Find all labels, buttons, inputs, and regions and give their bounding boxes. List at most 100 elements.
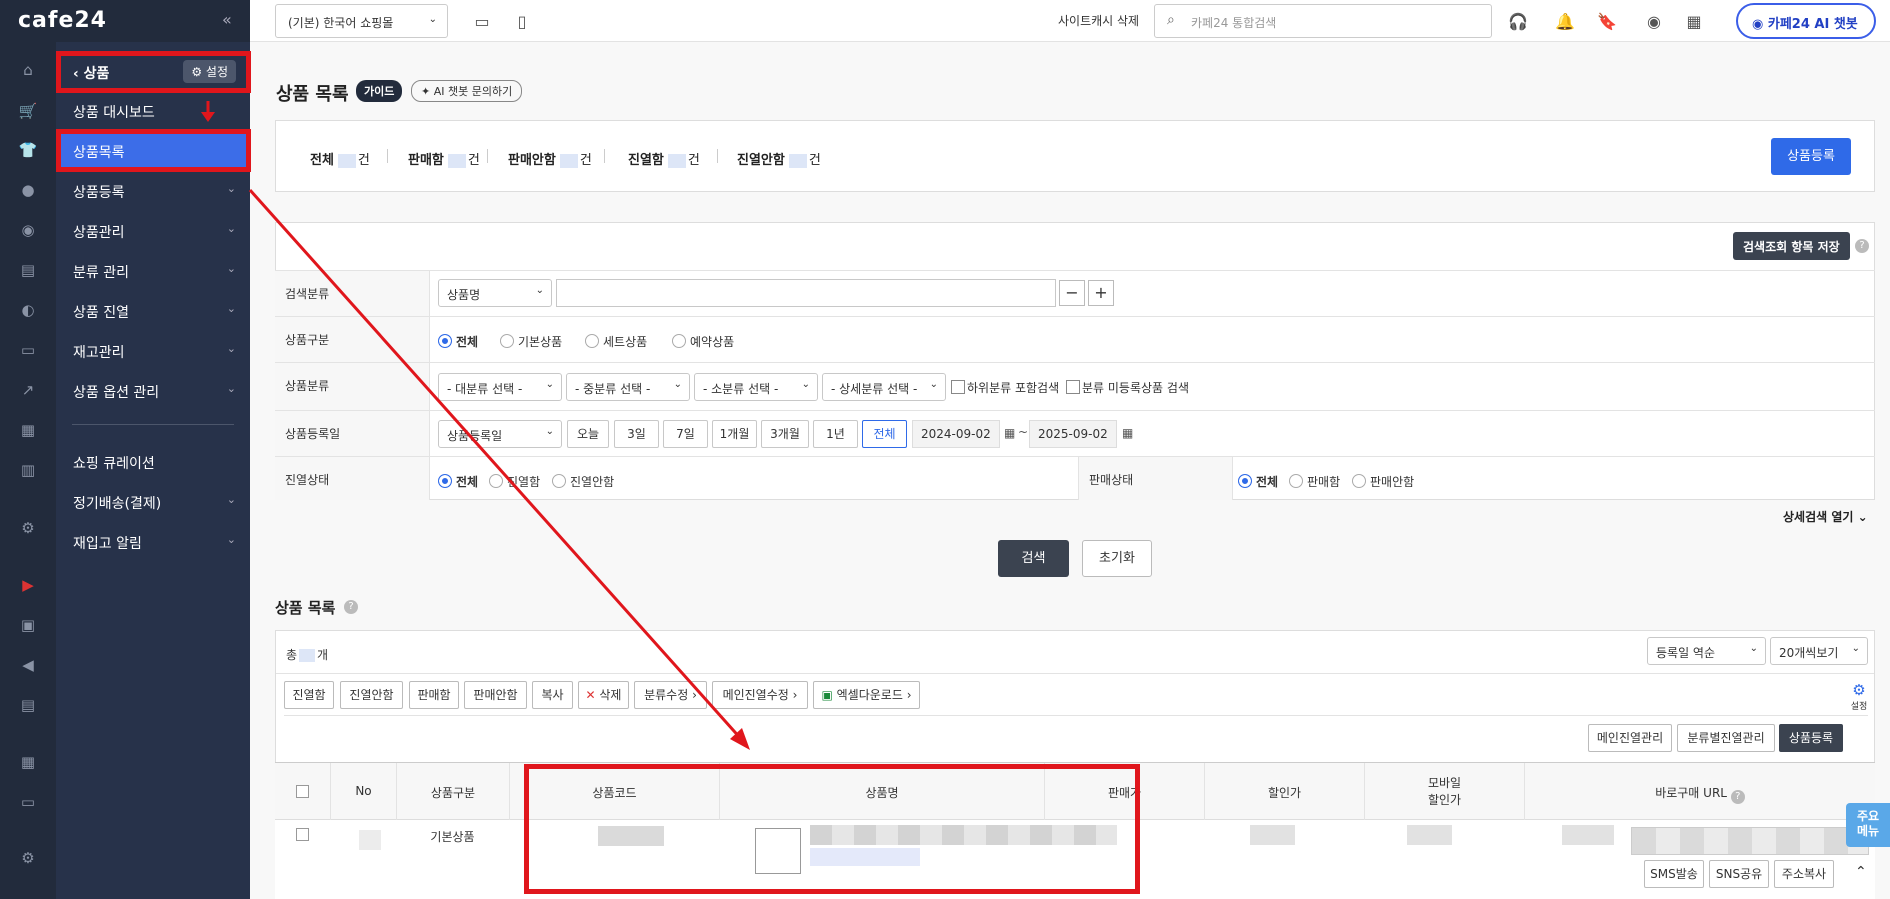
period-1m-button[interactable]: 1개월 [712,420,757,448]
shop-select[interactable]: (기본) 한국어 쇼핑몰 ⌄ [275,4,448,38]
sidebar-item-restock[interactable]: 재입고 알림 ⌄ [56,522,250,560]
page-size-select[interactable]: 20개씩보기 ⌄ [1770,637,1868,665]
headset-icon[interactable]: 🎧 [1508,12,1528,32]
help-icon[interactable]: ? [1855,239,1869,253]
sidebar-item-dashboard[interactable]: 상품 대시보드 [56,91,250,129]
shirt-icon[interactable]: 👕 [18,140,38,160]
calendar-icon[interactable]: ▦ [18,420,38,440]
action-edit-main-display-button[interactable]: 메인진열수정 › [712,681,808,709]
gear-icon[interactable]: ⚙ [18,848,38,868]
buy-url-input[interactable] [1631,827,1869,855]
account-icon[interactable]: ◉ [1644,12,1664,32]
bell-icon[interactable]: 🔔 [1555,12,1575,32]
settings-button[interactable]: ⚙ 설정 [183,60,236,83]
product-thumbnail[interactable] [755,828,801,874]
summary-displayed[interactable]: 진열함 건 [628,149,700,168]
sidebar-item-product-manage[interactable]: 상품관리 ⌄ [56,211,250,249]
cafe24-logo[interactable]: cafe24 [0,0,250,42]
main-display-manage-button[interactable]: 메인진열관리 [1588,724,1672,752]
action-copy-button[interactable]: 복사 [532,681,573,709]
display-on-radio[interactable]: 진열함 [489,473,540,490]
mid-class-select[interactable]: - 중분류 선택 - ⌄ [566,373,690,401]
type-basic-radio[interactable]: 기본상품 [500,333,562,350]
type-set-radio[interactable]: 세트상품 [585,333,647,350]
board-icon[interactable]: ▤ [18,260,38,280]
guide-button[interactable]: 가이드 [356,80,403,102]
chart-icon[interactable]: ↗ [18,380,38,400]
mobile-icon[interactable]: ▯ [512,12,532,32]
global-search-input[interactable]: ⌕ 카페24 통합검색 [1154,4,1492,38]
cache-delete-link[interactable]: 사이트캐시 삭제 [1058,12,1139,29]
date-type-select[interactable]: 상품등록일 ⌄ [438,420,562,448]
search-button[interactable]: 검색 [998,540,1069,577]
action-sell-button[interactable]: 판매함 [409,681,459,709]
add-row-button[interactable]: + [1088,280,1114,306]
user-icon[interactable]: ● [18,180,38,200]
summary-not-on-sale[interactable]: 판매안함 건 [508,149,592,168]
save-search-items-button[interactable]: 검색조회 항목 저장 [1733,232,1850,260]
megaphone-icon[interactable]: ◀ [18,655,38,675]
sort-select[interactable]: 등록일 역순 ⌄ [1647,637,1766,665]
period-1y-button[interactable]: 1년 [813,420,858,448]
sale-on-radio[interactable]: 판매함 [1289,473,1340,490]
store-icon[interactable]: ▤ [18,695,38,715]
row-checkbox[interactable] [296,828,309,841]
register-product-button[interactable]: 상품등록 [1771,138,1851,175]
sidebar-item-option-manage[interactable]: 상품 옵션 관리 ⌄ [56,371,250,409]
action-display-button[interactable]: 진열함 [284,681,334,709]
help-icon[interactable]: ? [344,600,358,614]
sns-share-button[interactable]: SNS공유 [1709,860,1769,888]
summary-on-sale[interactable]: 판매함 건 [408,149,480,168]
advanced-search-toggle[interactable]: 상세검색 열기 ⌄ [1783,508,1868,525]
period-3m-button[interactable]: 3개월 [761,420,809,448]
folder-icon[interactable]: ▭ [18,792,38,812]
help-icon[interactable]: ? [1730,790,1745,804]
include-sub-checkbox[interactable]: 하위분류 포함검색 [951,379,1059,396]
remove-row-button[interactable]: − [1059,280,1085,306]
youtube-icon[interactable]: ▶ [18,575,38,595]
display-all-radio[interactable]: 전체 [438,473,478,490]
settings-gear-icon[interactable]: ⚙ [18,518,38,538]
sidebar-item-inventory[interactable]: 재고관리 ⌄ [56,331,250,369]
search-category-select[interactable]: 상품명 ⌄ [438,279,552,307]
bookmark-icon[interactable]: 🔖 [1597,12,1617,32]
type-reserve-radio[interactable]: 예약상품 [672,333,734,350]
ai-chatbot-button[interactable]: ◉ 카페24 AI 챗봇 [1736,3,1876,39]
sale-all-radio[interactable]: 전체 [1238,473,1278,490]
excel-icon[interactable]: ▥ [18,460,38,480]
period-today-button[interactable]: 오늘 [567,420,609,448]
copy-url-button[interactable]: 주소복사 [1774,860,1834,888]
date-to-input[interactable]: 2025-09-02 [1029,420,1117,448]
coupon-icon[interactable]: ▭ [18,340,38,360]
sidebar-item-product-register[interactable]: 상품등록 ⌄ [56,171,250,209]
home-icon[interactable]: ⌂ [18,60,38,80]
calendar-icon[interactable]: ▦ [1122,426,1133,440]
summary-total[interactable]: 전체 건 [310,149,370,168]
date-from-input[interactable]: 2024-09-02 [912,420,1000,448]
search-keyword-input[interactable] [556,279,1056,307]
sidebar-item-subscription[interactable]: 정기배송(결제) ⌄ [56,482,250,520]
sidebar-item-curation[interactable]: 쇼핑 큐레이션 [56,442,250,480]
redacted-name[interactable] [810,825,1117,845]
grid-apps-icon[interactable]: ▦ [1684,12,1704,32]
scroll-top-icon[interactable]: ⌃ [1855,864,1867,880]
cart-icon[interactable]: 🛒 [18,101,38,121]
sidebar-item-product-list[interactable]: 상품목록 [56,131,250,169]
palette-icon[interactable]: ◐ [18,300,38,320]
action-unsell-button[interactable]: 판매안함 [464,681,527,709]
unclassified-checkbox[interactable]: 분류 미등록상품 검색 [1066,379,1189,396]
summary-not-displayed[interactable]: 진열안함 건 [737,149,821,168]
select-all-checkbox[interactable] [296,785,309,798]
apps-icon[interactable]: ▦ [18,752,38,772]
detail-class-select[interactable]: - 상세분류 선택 - ⌄ [822,373,946,401]
calendar-icon[interactable]: ▦ [1004,426,1015,440]
sidebar-item-category-manage[interactable]: 분류 관리 ⌄ [56,251,250,289]
sms-send-button[interactable]: SMS발송 [1644,860,1704,888]
action-delete-button[interactable]: ✕ 삭제 [578,681,629,709]
action-excel-download-button[interactable]: ▣ 엑셀다운로드 › [813,681,920,709]
main-class-select[interactable]: - 대분류 선택 - ⌄ [438,373,562,401]
period-3d-button[interactable]: 3일 [614,420,659,448]
category-display-manage-button[interactable]: 분류별진열관리 [1677,724,1775,752]
period-7d-button[interactable]: 7일 [663,420,708,448]
sidebar-item-product-display[interactable]: 상품 진열 ⌄ [56,291,250,329]
